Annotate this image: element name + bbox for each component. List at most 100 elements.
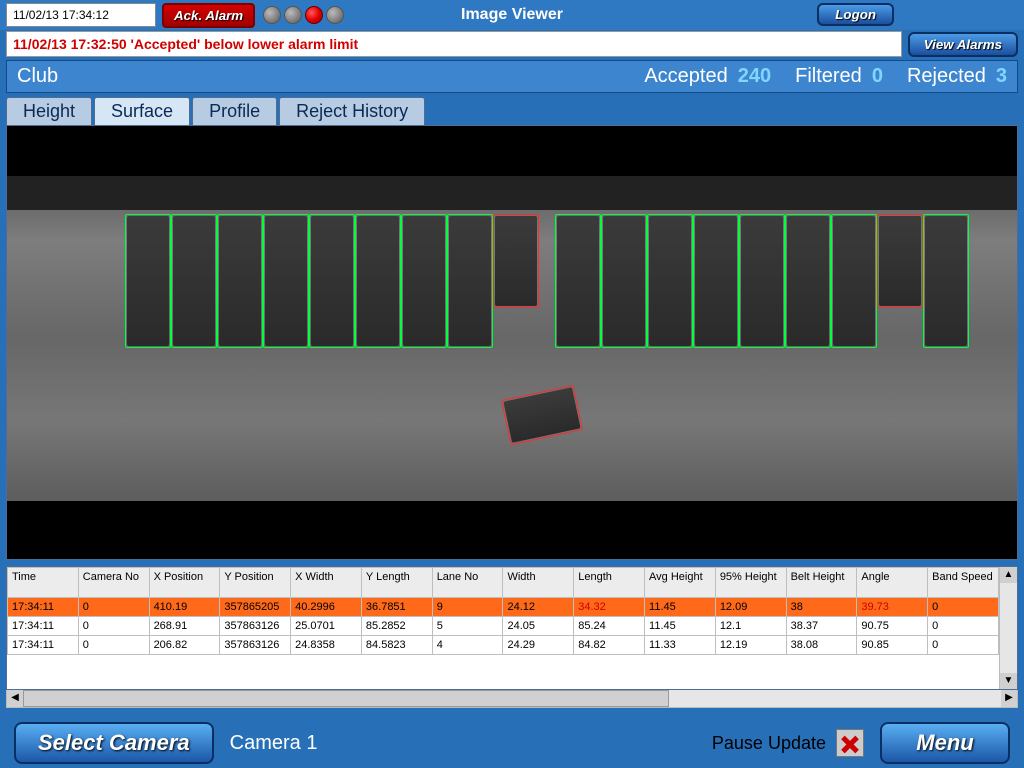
cell: 84.82: [574, 636, 645, 655]
cell: 24.29: [503, 636, 574, 655]
alarm-row: 11/02/13 17:32:50 'Accepted' below lower…: [0, 30, 1024, 58]
alarm-led-off: [263, 6, 281, 24]
col-95-height[interactable]: 95% Height: [715, 568, 786, 598]
pause-update-label: Pause Update: [712, 733, 826, 754]
view-alarms-button[interactable]: View Alarms: [908, 32, 1018, 57]
cell: 38.08: [786, 636, 857, 655]
cell: 25.0701: [291, 617, 362, 636]
overlay-box-green: [447, 214, 493, 348]
tab-reject-history[interactable]: Reject History: [279, 97, 425, 125]
cell: 39.73: [857, 598, 928, 617]
biscuit: [833, 216, 875, 346]
tab-profile[interactable]: Profile: [192, 97, 277, 125]
tab-surface[interactable]: Surface: [94, 97, 190, 125]
biscuit: [879, 216, 921, 306]
overlay-box-green: [601, 214, 647, 348]
scroll-left-icon[interactable]: ◀: [7, 690, 23, 707]
cell: 17:34:11: [8, 598, 79, 617]
scroll-thumb[interactable]: [23, 690, 669, 707]
col-length[interactable]: Length: [574, 568, 645, 598]
col-width[interactable]: Width: [503, 568, 574, 598]
vertical-scrollbar[interactable]: ▲ ▼: [999, 567, 1017, 689]
overlay-box-green: [647, 214, 693, 348]
cell: 90.75: [857, 617, 928, 636]
overlay-box-green: [355, 214, 401, 348]
horizontal-scrollbar[interactable]: ◀ ▶: [6, 690, 1018, 708]
col-band-speed[interactable]: Band Speed: [928, 568, 999, 598]
logon-button[interactable]: Logon: [817, 3, 894, 26]
timestamp: 11/02/13 17:34:12: [6, 3, 156, 27]
col-time[interactable]: Time: [8, 568, 79, 598]
cell: 0: [78, 636, 149, 655]
overlay-box-red: [877, 214, 923, 308]
cell: 268.91: [149, 617, 220, 636]
overlay-box-green: [555, 214, 601, 348]
col-lane-no[interactable]: Lane No: [432, 568, 503, 598]
cell: 410.19: [149, 598, 220, 617]
alarm-led-off: [326, 6, 344, 24]
cell: 36.7851: [361, 598, 432, 617]
col-x-width[interactable]: X Width: [291, 568, 362, 598]
cell: 357863126: [220, 617, 291, 636]
overlay-box-green: [831, 214, 877, 348]
col-x-position[interactable]: X Position: [149, 568, 220, 598]
col-camera-no[interactable]: Camera No: [78, 568, 149, 598]
biscuit: [265, 216, 307, 346]
table-row[interactable]: 17:34:110268.9135786312625.070185.285252…: [8, 617, 999, 636]
info-strip: Club Accepted 240 Filtered 0 Rejected 3: [6, 60, 1018, 93]
col-y-position[interactable]: Y Position: [220, 568, 291, 598]
overlay-box-green: [125, 214, 171, 348]
tab-strip: HeightSurfaceProfileReject History: [6, 97, 1018, 125]
cell: 0: [78, 617, 149, 636]
overlay-box-red: [501, 385, 583, 445]
cell: 11.45: [645, 598, 716, 617]
overlay-box-green: [923, 214, 969, 348]
col-belt-height[interactable]: Belt Height: [786, 568, 857, 598]
product-name: Club: [17, 65, 58, 88]
cell: 5: [432, 617, 503, 636]
app-title: Image Viewer: [461, 6, 563, 24]
overlay-box-green: [171, 214, 217, 348]
table-row[interactable]: 17:34:110410.1935786520540.299636.785192…: [8, 598, 999, 617]
pause-update[interactable]: Pause Update: [712, 729, 864, 757]
biscuit: [603, 216, 645, 346]
current-camera-label: Camera 1: [230, 732, 318, 755]
top-bar: 11/02/13 17:34:12 Ack. Alarm Image Viewe…: [0, 0, 1024, 30]
overlay-box-green: [401, 214, 447, 348]
menu-button[interactable]: Menu: [880, 722, 1010, 764]
rejected-biscuit: [503, 387, 580, 443]
scroll-down-icon[interactable]: ▼: [1000, 673, 1017, 689]
accepted-label: Accepted: [644, 65, 727, 88]
scene: [7, 176, 1017, 501]
alarm-led-strip: [263, 6, 344, 24]
alarm-led-red: [305, 6, 323, 24]
cell: 40.2996: [291, 598, 362, 617]
overlay-box-green: [263, 214, 309, 348]
cell: 17:34:11: [8, 617, 79, 636]
alarm-led-off: [284, 6, 302, 24]
select-camera-button[interactable]: Select Camera: [14, 722, 214, 764]
close-icon[interactable]: [836, 729, 864, 757]
tab-height[interactable]: Height: [6, 97, 92, 125]
col-angle[interactable]: Angle: [857, 568, 928, 598]
data-table: TimeCamera NoX PositionY PositionX Width…: [7, 567, 999, 655]
cell: 4: [432, 636, 503, 655]
biscuit: [741, 216, 783, 346]
col-y-length[interactable]: Y Length: [361, 568, 432, 598]
rejected-label: Rejected: [907, 65, 986, 88]
biscuit: [649, 216, 691, 346]
cell: 357863126: [220, 636, 291, 655]
col-avg-height[interactable]: Avg Height: [645, 568, 716, 598]
cell: 34.32: [574, 598, 645, 617]
table-row[interactable]: 17:34:110206.8235786312624.835884.582342…: [8, 636, 999, 655]
data-grid: TimeCamera NoX PositionY PositionX Width…: [6, 566, 1018, 690]
camera-image: [6, 125, 1018, 560]
scroll-up-icon[interactable]: ▲: [1000, 567, 1017, 583]
biscuit: [557, 216, 599, 346]
ack-alarm-button[interactable]: Ack. Alarm: [162, 3, 255, 28]
filtered-value: 0: [872, 65, 883, 88]
scroll-right-icon[interactable]: ▶: [1001, 690, 1017, 707]
biscuit: [173, 216, 215, 346]
cell: 12.09: [715, 598, 786, 617]
cell: 38.37: [786, 617, 857, 636]
